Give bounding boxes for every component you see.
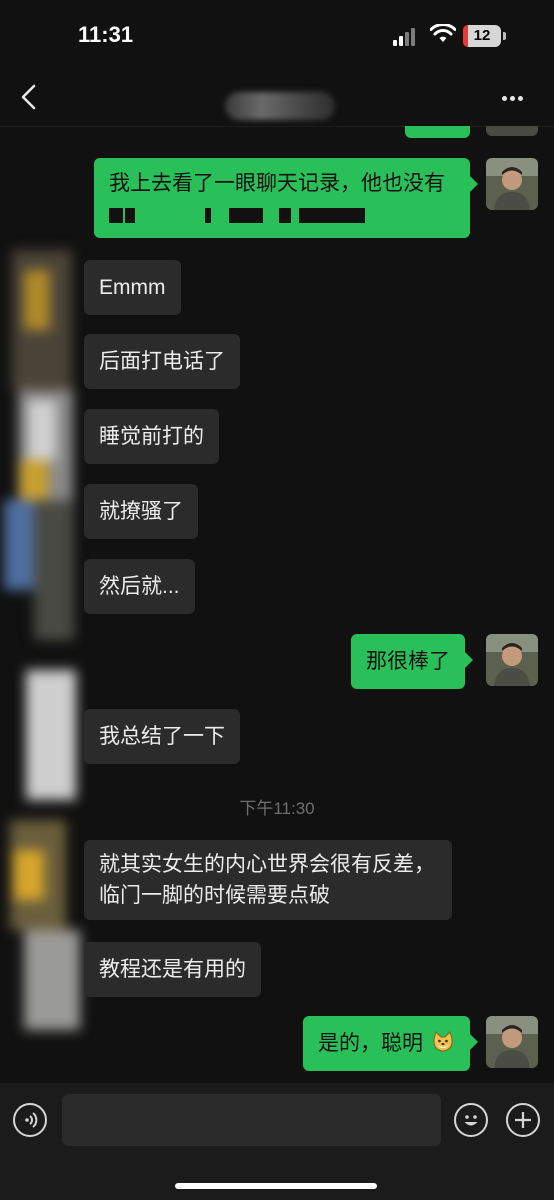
message-text: 然后就...: [99, 575, 180, 598]
home-indicator: [175, 1183, 377, 1189]
message-bubble-received[interactable]: 教程还是有用的: [84, 942, 261, 997]
message-text: 就撩骚了: [99, 500, 183, 523]
more-options-icon[interactable]: [502, 88, 526, 106]
message-bubble-received[interactable]: 睡觉前打的: [84, 409, 219, 464]
back-arrow-icon[interactable]: [18, 84, 40, 110]
message-text: 那很棒了: [366, 650, 450, 673]
message-bubble-received[interactable]: Emmm: [84, 260, 181, 315]
battery-level: 12: [473, 27, 491, 44]
message-bubble-sent[interactable]: 我上去看了一眼聊天记录，他也没有: [94, 158, 478, 238]
message-bubble-received[interactable]: 就其实女生的内心世界会很有反差， 临门一脚的时候需要点破: [84, 840, 452, 920]
redacted-text: [109, 199, 455, 230]
message-text: 是的，聪明: [318, 1032, 423, 1055]
status-time: 11:31: [78, 22, 134, 47]
message-bubble-sent[interactable]: 是的，聪明: [303, 1016, 478, 1071]
message-text: 睡觉前打的: [99, 425, 204, 448]
message-bubble-received[interactable]: 后面打电话了: [84, 334, 240, 389]
my-avatar[interactable]: [486, 158, 538, 210]
my-avatar-partial: [486, 126, 538, 136]
message-text-line-1: 就其实女生的内心世界会很有反差，: [99, 853, 435, 876]
more-functions-button[interactable]: [506, 1103, 540, 1137]
message-text: Emmm: [99, 276, 166, 299]
doge-emoji-icon: [433, 1031, 453, 1052]
contact-avatar-blurred: [4, 250, 80, 1030]
message-text: 教程还是有用的: [99, 958, 246, 981]
smiley-icon: [464, 1115, 478, 1126]
plus-icon: [515, 1112, 531, 1128]
cellular-signal-icon: [393, 28, 417, 46]
message-text: 我上去看了一眼聊天记录，他也没有: [109, 172, 445, 195]
voice-icon: [25, 1112, 38, 1128]
message-bubble-received[interactable]: 就撩骚了: [84, 484, 198, 539]
message-text: 后面打电话了: [99, 350, 225, 373]
status-bar: 11:31 12: [0, 0, 554, 70]
message-bubble-received[interactable]: 我总结了一下: [84, 709, 240, 764]
previous-message-partial: [405, 126, 470, 138]
message-bubble-received[interactable]: 然后就...: [84, 559, 195, 614]
voice-input-button[interactable]: [13, 1103, 47, 1137]
message-text-line-2: 临门一脚的时候需要点破: [99, 884, 330, 907]
contact-name-redacted[interactable]: [225, 92, 335, 120]
my-avatar[interactable]: [486, 1016, 538, 1068]
message-input[interactable]: [62, 1094, 441, 1146]
emoji-button[interactable]: [454, 1103, 488, 1137]
my-avatar[interactable]: [486, 634, 538, 686]
battery-icon: 12: [463, 25, 501, 47]
chat-header: [0, 70, 554, 127]
wifi-icon: [430, 24, 456, 42]
message-text: 我总结了一下: [99, 725, 225, 748]
message-bubble-sent[interactable]: 那很棒了: [351, 634, 473, 689]
message-timestamp: 下午11:30: [239, 799, 315, 818]
